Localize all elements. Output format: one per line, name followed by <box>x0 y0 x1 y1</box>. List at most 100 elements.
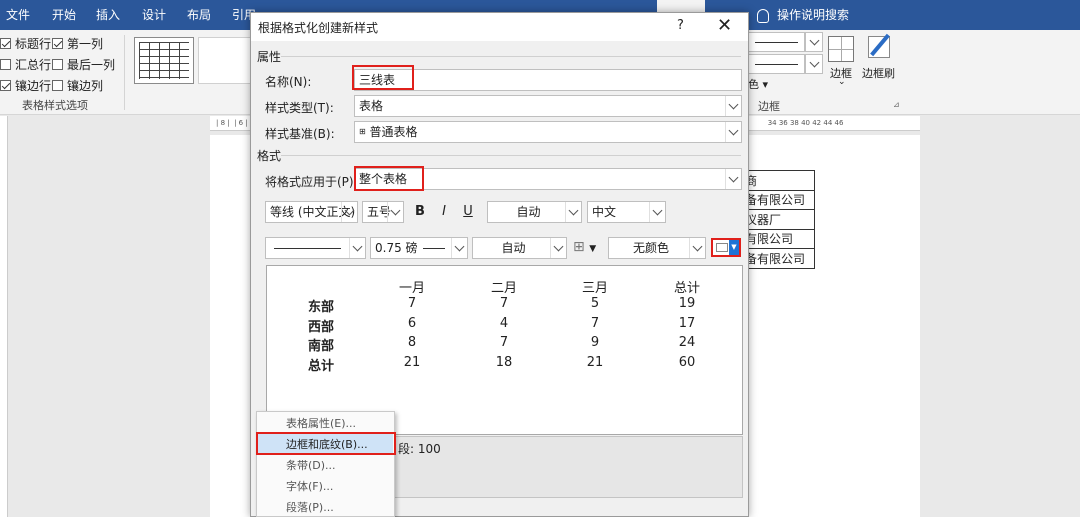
first-column-label: 第一列 <box>67 37 104 51</box>
border-color-select[interactable]: 自动 <box>472 237 567 259</box>
preview-row-header: 西部 <box>308 320 335 335</box>
preview-cell: 5 <box>590 296 600 311</box>
preview-cell: 21 <box>586 355 604 370</box>
table-style-plain-thumbnail[interactable] <box>198 37 258 84</box>
table-cell[interactable]: 商 <box>742 170 815 191</box>
tab-layout[interactable]: 布局 <box>183 0 215 30</box>
border-grid-icon: ⊞ <box>573 239 585 255</box>
preview-row-header: 总计 <box>308 359 335 374</box>
menu-item-banding[interactable]: 条带(D)... <box>258 455 393 476</box>
borders-group-label: 边框 <box>758 100 780 113</box>
border-style-select[interactable] <box>265 237 366 259</box>
chevron-down-icon <box>725 122 741 142</box>
table-style-options-group-label: 表格样式选项 <box>22 99 88 112</box>
table-cell[interactable]: 备有限公司 <box>742 189 815 210</box>
preview-column-header: 一月 <box>398 281 425 296</box>
font-name-select[interactable]: 等线 (中文正文) <box>265 201 358 223</box>
header-row-label: 标题行 <box>15 37 52 51</box>
format-menu-button[interactable]: ▼ <box>711 238 741 257</box>
preview-cell: 21 <box>403 355 421 370</box>
properties-section-label: 属性 <box>257 50 282 64</box>
preview-cell: 18 <box>495 355 513 370</box>
border-painter-label: 边框刷 <box>862 67 895 80</box>
preview-cell: 7 <box>407 296 417 311</box>
border-style-sample[interactable] <box>748 32 805 52</box>
ribbon-separator <box>124 35 125 110</box>
preview-cell: 24 <box>678 335 696 350</box>
script-value: 中文 <box>592 205 617 219</box>
help-button[interactable]: ? <box>677 18 684 33</box>
chevron-down-icon <box>725 96 741 116</box>
style-type-select[interactable]: 表格 <box>354 95 742 117</box>
line-weight-dropdown[interactable] <box>805 54 823 74</box>
last-column-label: 最后一列 <box>67 58 116 72</box>
font-size-select[interactable]: 五号 <box>362 201 404 223</box>
tell-me-label: 操作说明搜索 <box>777 8 850 22</box>
chevron-down-icon <box>387 202 403 222</box>
format-menu: 表格属性(E)... 边框和底纹(B)... 条带(D)... 字体(F)...… <box>256 411 395 517</box>
preview-cell: 9 <box>590 335 600 350</box>
script-select[interactable]: 中文 <box>587 201 666 223</box>
banded-columns-checkbox[interactable]: 镶边列 <box>52 77 103 94</box>
line-style-sample <box>274 248 341 249</box>
table-style-icon: ⊞ <box>359 127 366 136</box>
border-painter-icon[interactable] <box>866 33 892 62</box>
menu-item-paragraph[interactable]: 段落(P)... <box>258 497 393 517</box>
chevron-down-icon <box>565 202 581 222</box>
font-color-select[interactable]: 自动 <box>487 201 582 223</box>
menu-item-font[interactable]: 字体(F)... <box>258 476 393 497</box>
font-color-value: 自动 <box>516 205 541 219</box>
apply-to-label: 将格式应用于(P): <box>265 175 358 189</box>
total-row-checkbox[interactable]: 汇总行 <box>0 56 51 73</box>
preview-cell: 7 <box>499 335 509 350</box>
italic-button[interactable]: I <box>434 201 454 223</box>
borders-button[interactable]: ⊞ ▼ <box>573 239 605 259</box>
shading-select[interactable]: 无颜色 <box>608 237 706 259</box>
lightbulb-icon <box>757 8 769 23</box>
banded-rows-checkbox[interactable]: 镶边行 <box>0 77 51 94</box>
table-cell[interactable]: 有限公司 <box>742 228 815 249</box>
border-style-dropdown[interactable] <box>805 32 823 52</box>
close-button[interactable]: ✕ <box>717 15 732 36</box>
table-style-grid-thumbnail[interactable] <box>134 37 194 84</box>
line-weight-sample[interactable] <box>748 54 805 74</box>
table-cell[interactable]: 仪器厂 <box>742 209 815 230</box>
pen-color-suffix: 色 <box>748 78 759 91</box>
total-row-label: 汇总行 <box>15 58 52 72</box>
preview-column-header: 二月 <box>490 281 517 296</box>
dialog-launcher-icon[interactable]: ⊿ <box>893 100 900 109</box>
dialog-title-bar: 根据格式化创建新样式 ? ✕ <box>251 13 748 41</box>
table-cell[interactable]: 备有限公司 <box>742 248 815 269</box>
header-row-checkbox[interactable]: 标题行 <box>0 35 51 52</box>
pen-color-button[interactable]: 色 ▾ <box>748 76 768 92</box>
borders-dropdown-arrow[interactable]: ⌄ <box>838 77 846 87</box>
tell-me-search[interactable]: 操作说明搜索 <box>757 0 849 30</box>
style-based-on-label: 样式基准(B): <box>265 127 335 141</box>
borders-button[interactable] <box>828 36 854 62</box>
menu-item-table-properties[interactable]: 表格属性(E)... <box>258 413 393 434</box>
chevron-down-icon <box>550 238 566 258</box>
chevron-down-icon: ▼ <box>729 240 739 255</box>
border-weight-select[interactable]: 0.75 磅 <box>370 237 468 259</box>
preview-cell: 8 <box>407 335 417 350</box>
section-divider <box>281 155 741 156</box>
tab-file[interactable]: 文件 <box>2 0 34 30</box>
preview-cell: 6 <box>407 316 417 331</box>
preview-row-header: 东部 <box>308 300 335 315</box>
style-description: 段: 100 <box>384 436 743 498</box>
tab-insert[interactable]: 插入 <box>92 0 124 30</box>
tab-home[interactable]: 开始 <box>48 0 80 30</box>
bold-button[interactable]: B <box>410 201 430 223</box>
format-section-label: 格式 <box>257 149 282 163</box>
tab-design[interactable]: 设计 <box>138 0 170 30</box>
preview-cell: 4 <box>499 316 509 331</box>
chevron-down-icon <box>649 202 665 222</box>
style-based-on-select[interactable]: ⊞ 普通表格 <box>354 121 742 143</box>
underline-button[interactable]: U <box>458 201 478 223</box>
preview-row-header: 南部 <box>308 339 335 354</box>
style-based-on-value: 普通表格 <box>369 125 418 139</box>
section-divider <box>281 56 741 57</box>
apply-to-highlight <box>354 166 424 191</box>
last-column-checkbox[interactable]: 最后一列 <box>52 56 115 73</box>
first-column-checkbox[interactable]: 第一列 <box>52 35 103 52</box>
